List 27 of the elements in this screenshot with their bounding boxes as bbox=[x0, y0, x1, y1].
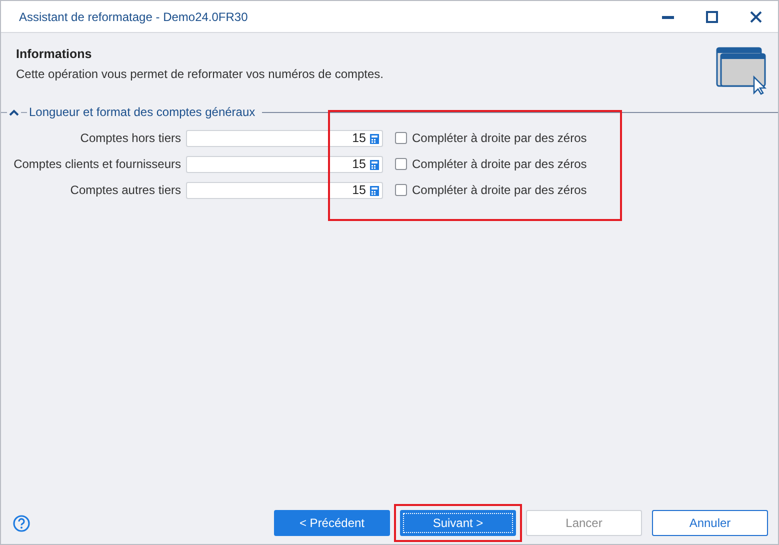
header-description: Cette opération vous permet de reformater vos numéros de comptes. bbox=[16, 67, 385, 81]
checkbox-label[interactable]: Compléter à droite par des zéros bbox=[412, 183, 587, 197]
wizard-button[interactable]: Suivant > bbox=[400, 510, 516, 536]
checkbox[interactable] bbox=[395, 132, 407, 144]
number-field[interactable]: 15 bbox=[186, 182, 383, 198]
window-title: Assistant de reformatage - Demo24.0FR30 bbox=[19, 10, 249, 24]
calculator-icon[interactable] bbox=[370, 134, 379, 144]
field-label: Comptes hors tiers bbox=[79, 131, 182, 145]
wizard-button[interactable]: < Précédent bbox=[274, 510, 390, 536]
checkbox[interactable] bbox=[395, 184, 407, 196]
field-label: Comptes autres tiers bbox=[69, 183, 182, 197]
number-field[interactable]: 15 bbox=[186, 130, 383, 146]
checkbox[interactable] bbox=[395, 158, 407, 170]
window-cursor-icon bbox=[716, 47, 768, 95]
help-icon[interactable] bbox=[13, 514, 30, 532]
number-field[interactable]: 15 bbox=[186, 156, 383, 172]
checkbox-label[interactable]: Compléter à droite par des zéros bbox=[412, 157, 587, 171]
wizard-button[interactable]: Annuler bbox=[652, 510, 768, 536]
collapse-toggle[interactable] bbox=[9, 108, 19, 116]
calculator-icon[interactable] bbox=[370, 186, 379, 196]
maximize-icon[interactable] bbox=[706, 10, 718, 22]
close-icon[interactable] bbox=[750, 10, 762, 22]
section-title: Longueur et format des comptes généraux bbox=[29, 105, 256, 119]
calculator-icon[interactable] bbox=[370, 160, 379, 170]
checkbox-label[interactable]: Compléter à droite par des zéros bbox=[412, 131, 587, 145]
field-label: Comptes clients et fournisseurs bbox=[12, 157, 182, 171]
header-title: Informations bbox=[16, 47, 93, 61]
